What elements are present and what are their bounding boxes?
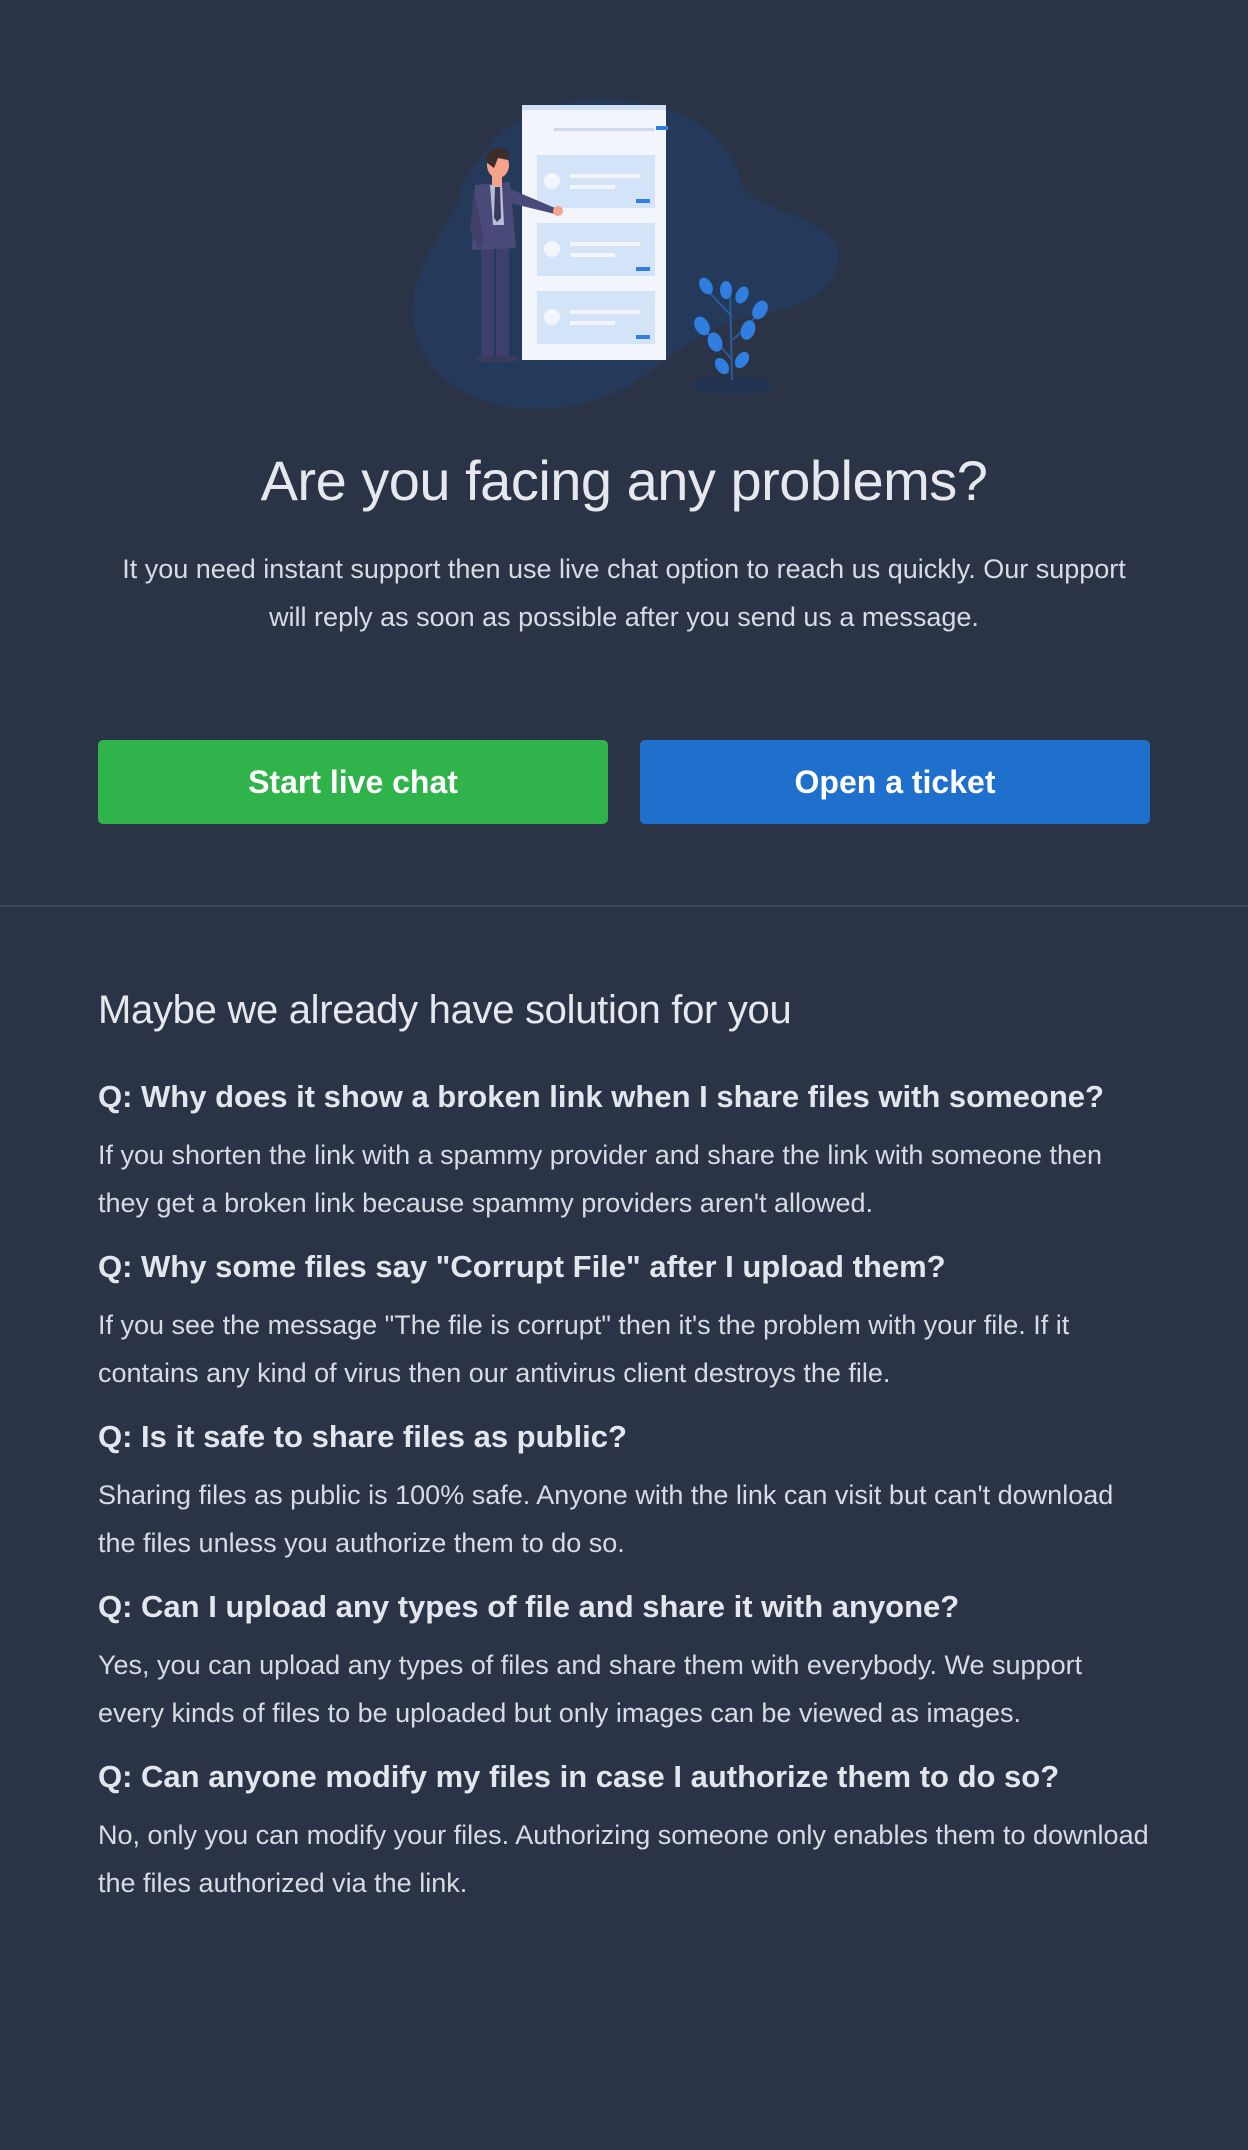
support-illustration	[412, 99, 839, 409]
faq-answer: Yes, you can upload any types of files a…	[98, 1650, 1083, 1728]
section-divider	[0, 905, 1248, 907]
page-title: Are you facing any problems?	[260, 449, 988, 512]
hero-section: Are you facing any problems? It you need…	[0, 0, 1248, 905]
faq-item: Q: Can I upload any types of file and sh…	[98, 1587, 1150, 1737]
faq-answer: Sharing files as public is 100% safe. An…	[98, 1480, 1114, 1558]
support-page: Are you facing any problems? It you need…	[0, 0, 1248, 2150]
open-ticket-button[interactable]: Open a ticket	[640, 740, 1150, 824]
faq-question: Q: Why does it show a broken link when I…	[98, 1079, 1104, 1114]
faq-question: Q: Is it safe to share files as public?	[98, 1419, 627, 1454]
faq-answer: If you shorten the link with a spammy pr…	[98, 1140, 1103, 1218]
faq-question: Q: Why some files say "Corrupt File" aft…	[98, 1249, 946, 1284]
faq-item: Q: Can anyone modify my files in case I …	[98, 1757, 1150, 1907]
faq-item: Q: Why some files say "Corrupt File" aft…	[98, 1247, 1150, 1397]
faq-question: Q: Can anyone modify my files in case I …	[98, 1759, 1060, 1794]
faq-section: Maybe we already have solution for you Q…	[98, 975, 1150, 1927]
faq-question: Q: Can I upload any types of file and sh…	[98, 1589, 960, 1624]
faq-answer: No, only you can modify your files. Auth…	[98, 1820, 1149, 1898]
faq-item: Q: Is it safe to share files as public? …	[98, 1417, 1150, 1567]
faq-answer: If you see the message "The file is corr…	[98, 1310, 1070, 1388]
hero-description: It you need instant support then use liv…	[122, 554, 1126, 632]
faq-heading: Maybe we already have solution for you	[98, 988, 792, 1032]
faq-item: Q: Why does it show a broken link when I…	[98, 1077, 1150, 1227]
start-live-chat-button[interactable]: Start live chat	[98, 740, 608, 824]
